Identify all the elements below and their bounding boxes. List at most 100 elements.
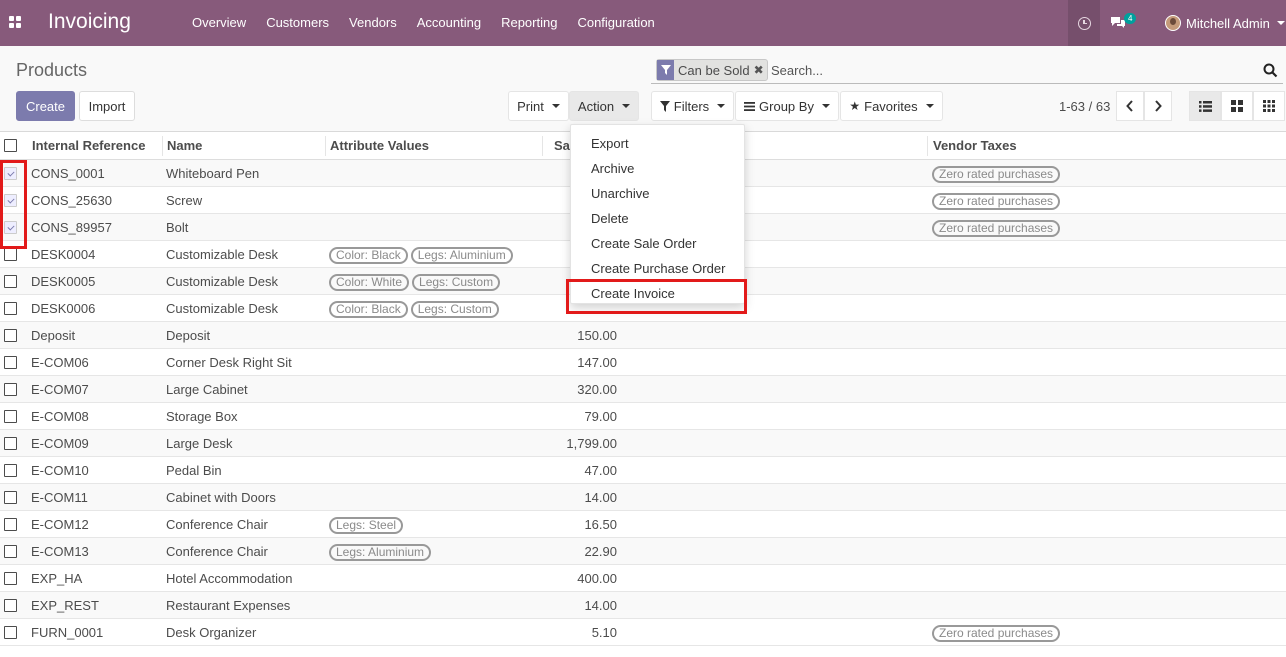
row-checkbox[interactable] [4,491,17,504]
clock-icon [1077,16,1091,30]
row-checkbox[interactable] [4,626,17,639]
menu-item-unarchive[interactable]: Unarchive [571,181,744,206]
pager-previous-button[interactable] [1116,91,1144,121]
table-row[interactable]: E-COM06 Corner Desk Right Sit 147.00 [0,349,1286,376]
menu-item-export[interactable]: Export [571,131,744,156]
row-checkbox[interactable] [4,356,17,369]
cell-name: Storage Box [166,409,238,424]
tax-tag: Zero rated purchases [932,220,1061,238]
activity-button[interactable] [1068,0,1100,46]
menu-reporting[interactable]: Reporting [491,0,567,46]
pager-value[interactable]: 1-63 / 63 [1059,99,1110,114]
menu-item-create-purchase-order[interactable]: Create Purchase Order [571,256,744,281]
cell-internal-reference: E-COM09 [31,436,89,451]
column-attribute-values[interactable]: Attribute Values [330,132,429,160]
attribute-tag: Legs: Steel [329,517,404,535]
attribute-tag: Legs: Custom [412,274,501,292]
menu-vendors[interactable]: Vendors [339,0,407,46]
row-checkbox[interactable] [4,167,17,180]
list-view-button[interactable] [1189,91,1221,121]
cell-attribute-values: Color: Black Legs: Aluminium [329,241,516,268]
row-checkbox[interactable] [4,329,17,342]
row-checkbox[interactable] [4,275,17,288]
row-checkbox[interactable] [4,572,17,585]
table-row[interactable]: E-COM09 Large Desk 1,799.00 [0,430,1286,457]
menu-customers[interactable]: Customers [256,0,339,46]
row-checkbox[interactable] [4,383,17,396]
row-checkbox[interactable] [4,302,17,315]
print-label: Print [517,98,544,114]
row-checkbox[interactable] [4,545,17,558]
row-checkbox[interactable] [4,410,17,423]
table-row[interactable]: EXP_HA Hotel Accommodation 400.00 [0,565,1286,592]
row-checkbox[interactable] [4,221,17,234]
search-icon[interactable] [1263,63,1278,78]
menu-item-create-sale-order[interactable]: Create Sale Order [571,231,744,256]
user-menu[interactable]: Mitchell Admin [1165,0,1285,46]
group-by-button[interactable]: Group By [735,91,839,121]
row-checkbox[interactable] [4,599,17,612]
column-internal-reference[interactable]: Internal Reference [32,132,145,160]
cell-name: Pedal Bin [166,463,222,478]
chevron-right-icon [1155,100,1162,112]
table-row[interactable]: Deposit Deposit 150.00 [0,322,1286,349]
apps-menu-icon[interactable] [9,16,21,28]
close-icon[interactable]: ✖ [754,63,767,77]
cell-internal-reference: FURN_0001 [31,625,104,640]
menu-overview[interactable]: Overview [182,0,256,46]
cell-internal-reference: DESK0006 [31,301,96,316]
action-button[interactable]: Action [569,91,639,121]
row-checkbox[interactable] [4,194,17,207]
select-all-checkbox[interactable] [4,139,17,152]
filters-button[interactable]: Filters [651,91,734,121]
table-row[interactable]: E-COM11 Cabinet with Doors 14.00 [0,484,1286,511]
row-checkbox[interactable] [4,437,17,450]
cell-internal-reference: E-COM06 [31,355,89,370]
cell-sales-price: 79.00 [584,409,617,424]
column-sales-price[interactable]: Sa [554,132,570,160]
control-panel: Products Can be Sold ✖ Create Import Pri… [0,46,1286,132]
column-name[interactable]: Name [167,132,202,160]
menu-configuration[interactable]: Configuration [567,0,664,46]
row-checkbox[interactable] [4,464,17,477]
cell-internal-reference: E-COM12 [31,517,89,532]
import-button[interactable]: Import [79,91,135,121]
menu-item-create-invoice[interactable]: Create Invoice [571,281,744,306]
row-checkbox[interactable] [4,518,17,531]
menu-item-delete[interactable]: Delete [571,206,744,231]
main-menu: Overview Customers Vendors Accounting Re… [182,0,665,46]
menu-accounting[interactable]: Accounting [407,0,491,46]
table-row[interactable]: E-COM13 Conference Chair Legs: Aluminium 22… [0,538,1286,565]
favorites-button[interactable]: ★ Favorites [840,91,943,121]
row-checkbox[interactable] [4,248,17,261]
caret-down-icon [821,104,830,108]
caret-down-icon [925,104,934,108]
list-bars-icon [744,101,756,111]
cell-name: Customizable Desk [166,301,278,316]
table-row[interactable]: E-COM08 Storage Box 79.00 [0,403,1286,430]
table-row[interactable]: E-COM10 Pedal Bin 47.00 [0,457,1286,484]
messaging-button[interactable]: 4 [1110,12,1140,32]
table-row[interactable]: EXP_REST Restaurant Expenses 14.00 [0,592,1286,619]
pager-next-button[interactable] [1144,91,1172,121]
breadcrumb: Products [16,60,88,80]
cell-internal-reference: E-COM13 [31,544,89,559]
table-row[interactable]: E-COM12 Conference Chair Legs: Steel 16.50 [0,511,1286,538]
filters-label: Filters [673,98,710,114]
create-button[interactable]: Create [16,91,75,121]
print-button[interactable]: Print [508,91,569,121]
table-row[interactable]: E-COM07 Large Cabinet 320.00 [0,376,1286,403]
tax-tag: Zero rated purchases [932,166,1061,184]
cell-name: Whiteboard Pen [166,166,260,181]
app-brand[interactable]: Invoicing [48,10,131,34]
cell-name: Hotel Accommodation [166,571,293,586]
grid-view-button[interactable] [1253,91,1285,121]
attribute-tag: Legs: Aluminium [329,544,432,562]
column-vendor-taxes[interactable]: Vendor Taxes [933,132,1017,160]
menu-item-archive[interactable]: Archive [571,156,744,181]
cell-internal-reference: E-COM07 [31,382,89,397]
attribute-tag: Color: Black [329,247,408,265]
kanban-view-button[interactable] [1221,91,1253,121]
search-input[interactable] [771,60,1251,80]
table-row[interactable]: FURN_0001 Desk Organizer 5.10 Zero rated pu… [0,619,1286,646]
